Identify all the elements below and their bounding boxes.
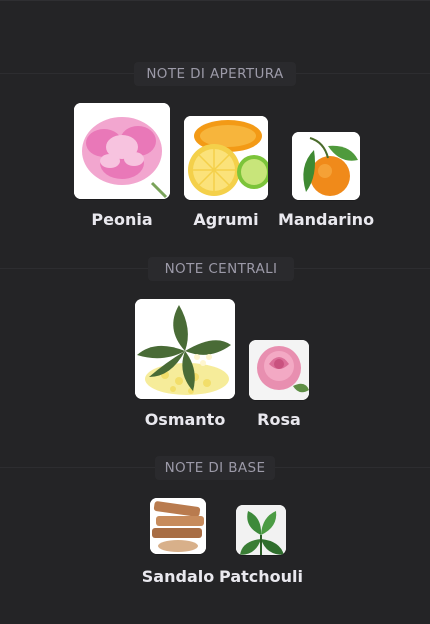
- note-label-mandarino: Mandarino: [277, 210, 375, 229]
- peony-flower-icon[interactable]: [74, 103, 170, 199]
- note-label-agrumi: Agrumi: [193, 210, 259, 229]
- sandalwood-icon[interactable]: [150, 498, 206, 554]
- note-label-peonia: Peonia: [91, 210, 153, 229]
- citrus-fruit-icon[interactable]: [184, 116, 268, 200]
- divider-line: [0, 73, 134, 74]
- section-title-top-notes: NOTE DI APERTURA: [0, 62, 430, 86]
- rose-flower-icon[interactable]: [249, 340, 309, 400]
- section-heading: NOTE DI BASE: [155, 456, 275, 480]
- patchouli-leaf-icon[interactable]: [236, 505, 286, 555]
- divider-line: [275, 467, 430, 468]
- note-label-osmanto: Osmanto: [144, 410, 226, 429]
- divider-line: [296, 73, 430, 74]
- note-label-patchouli: Patchouli: [219, 567, 303, 586]
- note-label-sandalo: Sandalo: [141, 567, 215, 586]
- divider-line: [0, 467, 155, 468]
- section-heading: NOTE DI APERTURA: [134, 62, 296, 86]
- section-title-base-notes: NOTE DI BASE: [0, 456, 430, 480]
- note-label-rosa: Rosa: [257, 410, 301, 429]
- osmanthus-flower-icon[interactable]: [135, 299, 235, 399]
- fragrance-notes-panel: NOTE DI APERTURA Peonia Agrumi Mandarino…: [0, 0, 430, 624]
- mandarin-orange-icon[interactable]: [292, 132, 360, 200]
- divider-line: [294, 268, 430, 269]
- section-title-heart-notes: NOTE CENTRALI: [0, 257, 430, 281]
- divider-line: [0, 268, 148, 269]
- section-heading: NOTE CENTRALI: [148, 257, 294, 281]
